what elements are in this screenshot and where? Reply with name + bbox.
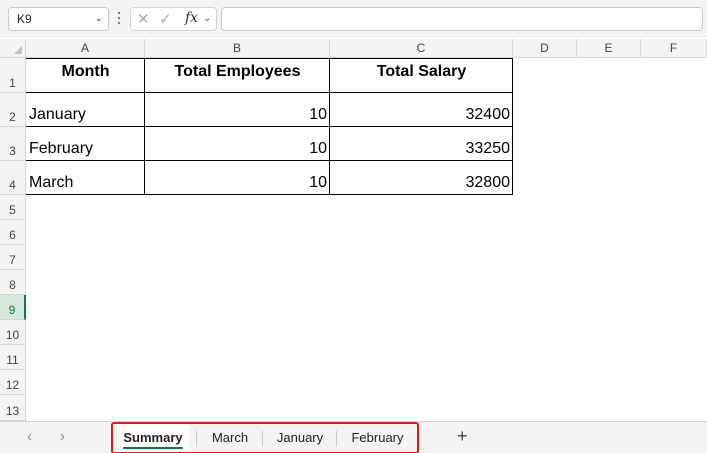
- table-border: [144, 58, 145, 195]
- row-header-11[interactable]: 11: [0, 345, 26, 370]
- table-cell[interactable]: February: [26, 127, 145, 161]
- table-cell[interactable]: March: [26, 161, 145, 195]
- tab-march[interactable]: March: [198, 424, 262, 452]
- row-header-3[interactable]: 3: [0, 127, 26, 161]
- table-cell[interactable]: 10: [145, 161, 330, 195]
- table-cell[interactable]: 10: [145, 93, 330, 127]
- table-cell[interactable]: 32400: [330, 93, 513, 127]
- tab-divider: [262, 431, 263, 447]
- column-header-e[interactable]: E: [577, 39, 641, 58]
- select-all-button[interactable]: [0, 39, 26, 58]
- table-border: [512, 58, 513, 195]
- tab-divider: [196, 431, 197, 447]
- insert-function-button[interactable]: fx: [185, 10, 198, 26]
- table-border: [26, 194, 513, 195]
- row-header-5[interactable]: 5: [0, 195, 26, 220]
- column-header-f[interactable]: F: [641, 39, 707, 58]
- add-sheet-icon[interactable]: +: [457, 426, 468, 447]
- table-cell[interactable]: January: [26, 93, 145, 127]
- header-cell-month[interactable]: Month: [26, 58, 145, 93]
- chevron-left-icon[interactable]: ‹: [27, 428, 32, 445]
- sheet-tab-bar: ‹ › Summary March January February +: [0, 421, 707, 453]
- column-header-a[interactable]: A: [26, 39, 145, 58]
- tab-divider: [336, 431, 337, 447]
- row-header-4[interactable]: 4: [0, 161, 26, 195]
- name-box-value: K9: [17, 12, 32, 26]
- header-cell-total-salary[interactable]: Total Salary: [330, 58, 513, 93]
- tab-january[interactable]: January: [264, 424, 336, 452]
- table-border: [26, 92, 513, 93]
- row-header-1[interactable]: 1: [0, 58, 26, 93]
- formula-input[interactable]: [221, 7, 703, 31]
- table-border: [26, 160, 513, 161]
- formula-actions: ✕ ✓ fx ⌄: [130, 7, 217, 31]
- name-box[interactable]: K9 ⌄: [8, 7, 109, 31]
- row-header-6[interactable]: 6: [0, 220, 26, 245]
- active-tab-indicator: [123, 447, 183, 449]
- column-header-c[interactable]: C: [330, 39, 513, 58]
- row-header-2[interactable]: 2: [0, 93, 26, 127]
- table-border: [329, 58, 330, 195]
- table-cell[interactable]: 10: [145, 127, 330, 161]
- sheet-tabs: Summary March January February: [111, 422, 419, 453]
- column-header-d[interactable]: D: [513, 39, 577, 58]
- column-header-b[interactable]: B: [145, 39, 330, 58]
- header-cell-total-employees[interactable]: Total Employees: [145, 58, 330, 93]
- cancel-icon[interactable]: ✕: [137, 10, 150, 28]
- tab-summary[interactable]: Summary: [117, 424, 189, 452]
- formula-bar: K9 ⌄ ✕ ✓ fx ⌄: [0, 0, 707, 38]
- row-header-9[interactable]: 9: [0, 295, 26, 320]
- row-header-12[interactable]: 12: [0, 370, 26, 395]
- tab-february[interactable]: February: [338, 424, 417, 452]
- table-cell[interactable]: 33250: [330, 127, 513, 161]
- table-cell[interactable]: 32800: [330, 161, 513, 195]
- chevron-down-icon[interactable]: ⌄: [95, 8, 103, 30]
- row-header-8[interactable]: 8: [0, 270, 26, 295]
- more-options-icon[interactable]: [115, 9, 123, 29]
- chevron-right-icon[interactable]: ›: [60, 428, 65, 445]
- row-header-7[interactable]: 7: [0, 245, 26, 270]
- table-border: [26, 58, 513, 59]
- enter-icon[interactable]: ✓: [159, 10, 172, 28]
- table-border: [26, 126, 513, 127]
- row-header-10[interactable]: 10: [0, 320, 26, 345]
- chevron-down-icon[interactable]: ⌄: [203, 13, 211, 24]
- select-all-icon: [14, 46, 22, 54]
- row-header-13[interactable]: 13: [0, 395, 26, 421]
